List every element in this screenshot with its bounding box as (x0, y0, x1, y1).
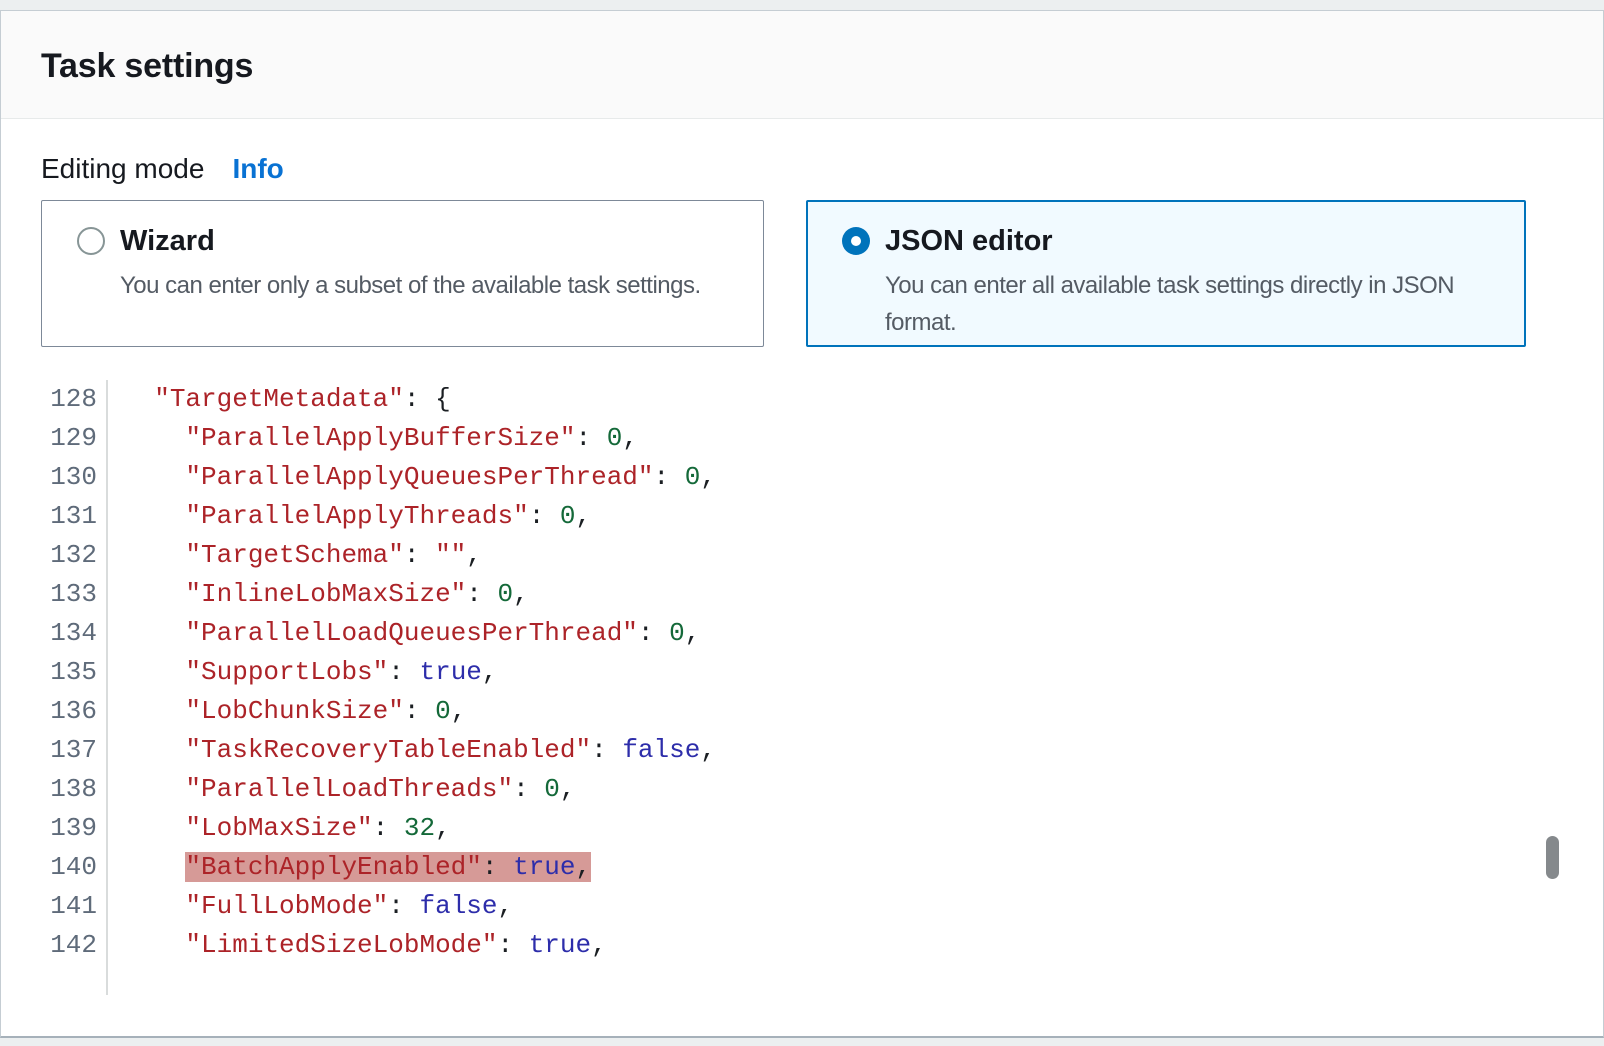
code-line-text[interactable]: "LobChunkSize": 0, (108, 692, 466, 731)
line-number: 130 (1, 458, 108, 497)
line-number: 139 (1, 809, 108, 848)
line-number: 136 (1, 692, 108, 731)
line-number: 142 (1, 926, 108, 965)
editing-mode-options: Wizard You can enter only a subset of th… (41, 200, 1563, 347)
line-number: 140 (1, 848, 108, 887)
editing-mode-row: Editing mode Info (41, 153, 1563, 185)
panel-header: Task settings (1, 11, 1603, 119)
line-number: 141 (1, 887, 108, 926)
code-line[interactable]: 142 "LimitedSizeLobMode": true, (1, 926, 1603, 965)
panel-content: Editing mode Info Wizard You can enter o… (1, 153, 1603, 995)
code-line-text[interactable]: "ParallelLoadQueuesPerThread": 0, (108, 614, 700, 653)
option-description-json-editor: You can enter all available task setting… (885, 267, 1505, 341)
line-number: 138 (1, 770, 108, 809)
radio-json-editor[interactable] (842, 227, 870, 255)
code-line[interactable]: 129 "ParallelApplyBufferSize": 0, (1, 419, 1603, 458)
highlighted-code: "BatchApplyEnabled": true, (185, 852, 591, 882)
option-title-json-editor: JSON editor (885, 225, 1505, 257)
code-line[interactable]: 131 "ParallelApplyThreads": 0, (1, 497, 1603, 536)
code-line-text[interactable]: "LimitedSizeLobMode": true, (108, 926, 607, 965)
code-line[interactable]: 136 "LobChunkSize": 0, (1, 692, 1603, 731)
code-line-text[interactable]: "ParallelApplyBufferSize": 0, (108, 419, 638, 458)
info-link[interactable]: Info (232, 153, 283, 185)
page-title: Task settings (41, 47, 1563, 86)
line-number (1, 965, 108, 995)
editing-mode-option-json-editor[interactable]: JSON editor You can enter all available … (806, 200, 1526, 347)
option-description-wizard: You can enter only a subset of the avail… (120, 267, 701, 304)
code-line-text[interactable]: "BatchApplyEnabled": true, (108, 848, 591, 887)
code-line[interactable]: 141 "FullLobMode": false, (1, 887, 1603, 926)
code-line-text[interactable]: "TaskRecoveryTableEnabled": false, (108, 731, 716, 770)
code-line[interactable]: 138 "ParallelLoadThreads": 0, (1, 770, 1603, 809)
code-line-text[interactable] (108, 965, 123, 995)
code-line[interactable]: 137 "TaskRecoveryTableEnabled": false, (1, 731, 1603, 770)
code-line[interactable]: 132 "TargetSchema": "", (1, 536, 1603, 575)
scrollbar-thumb[interactable] (1546, 836, 1559, 879)
code-line[interactable]: 134 "ParallelLoadQueuesPerThread": 0, (1, 614, 1603, 653)
code-line[interactable]: 140 "BatchApplyEnabled": true, (1, 848, 1603, 887)
task-settings-panel: Task settings Editing mode Info Wizard Y… (0, 10, 1604, 1038)
editing-mode-label: Editing mode (41, 153, 204, 185)
json-code-editor[interactable]: 128 "TargetMetadata": {129 "ParallelAppl… (1, 380, 1603, 995)
line-number: 129 (1, 419, 108, 458)
code-line[interactable]: 139 "LobMaxSize": 32, (1, 809, 1603, 848)
line-number: 135 (1, 653, 108, 692)
line-number: 133 (1, 575, 108, 614)
code-line[interactable]: 128 "TargetMetadata": { (1, 380, 1603, 419)
code-line-text[interactable]: "TargetSchema": "", (108, 536, 482, 575)
code-line-text[interactable]: "LobMaxSize": 32, (108, 809, 451, 848)
code-line-text[interactable]: "InlineLobMaxSize": 0, (108, 575, 529, 614)
code-line-text[interactable]: "ParallelLoadThreads": 0, (108, 770, 576, 809)
line-number: 134 (1, 614, 108, 653)
radio-wizard[interactable] (77, 227, 105, 255)
code-line[interactable]: 133 "InlineLobMaxSize": 0, (1, 575, 1603, 614)
code-line[interactable]: 130 "ParallelApplyQueuesPerThread": 0, (1, 458, 1603, 497)
code-line-text[interactable]: "FullLobMode": false, (108, 887, 513, 926)
editing-mode-option-wizard[interactable]: Wizard You can enter only a subset of th… (41, 200, 764, 347)
code-line-text[interactable]: "ParallelApplyThreads": 0, (108, 497, 591, 536)
line-number: 128 (1, 380, 108, 419)
option-title-wizard: Wizard (120, 225, 701, 257)
code-line-text[interactable]: "ParallelApplyQueuesPerThread": 0, (108, 458, 716, 497)
code-line-text[interactable]: "TargetMetadata": { (108, 380, 451, 419)
code-line-text[interactable]: "SupportLobs": true, (108, 653, 498, 692)
line-number: 131 (1, 497, 108, 536)
code-line[interactable] (1, 965, 1603, 995)
line-number: 137 (1, 731, 108, 770)
line-number: 132 (1, 536, 108, 575)
code-line[interactable]: 135 "SupportLobs": true, (1, 653, 1603, 692)
